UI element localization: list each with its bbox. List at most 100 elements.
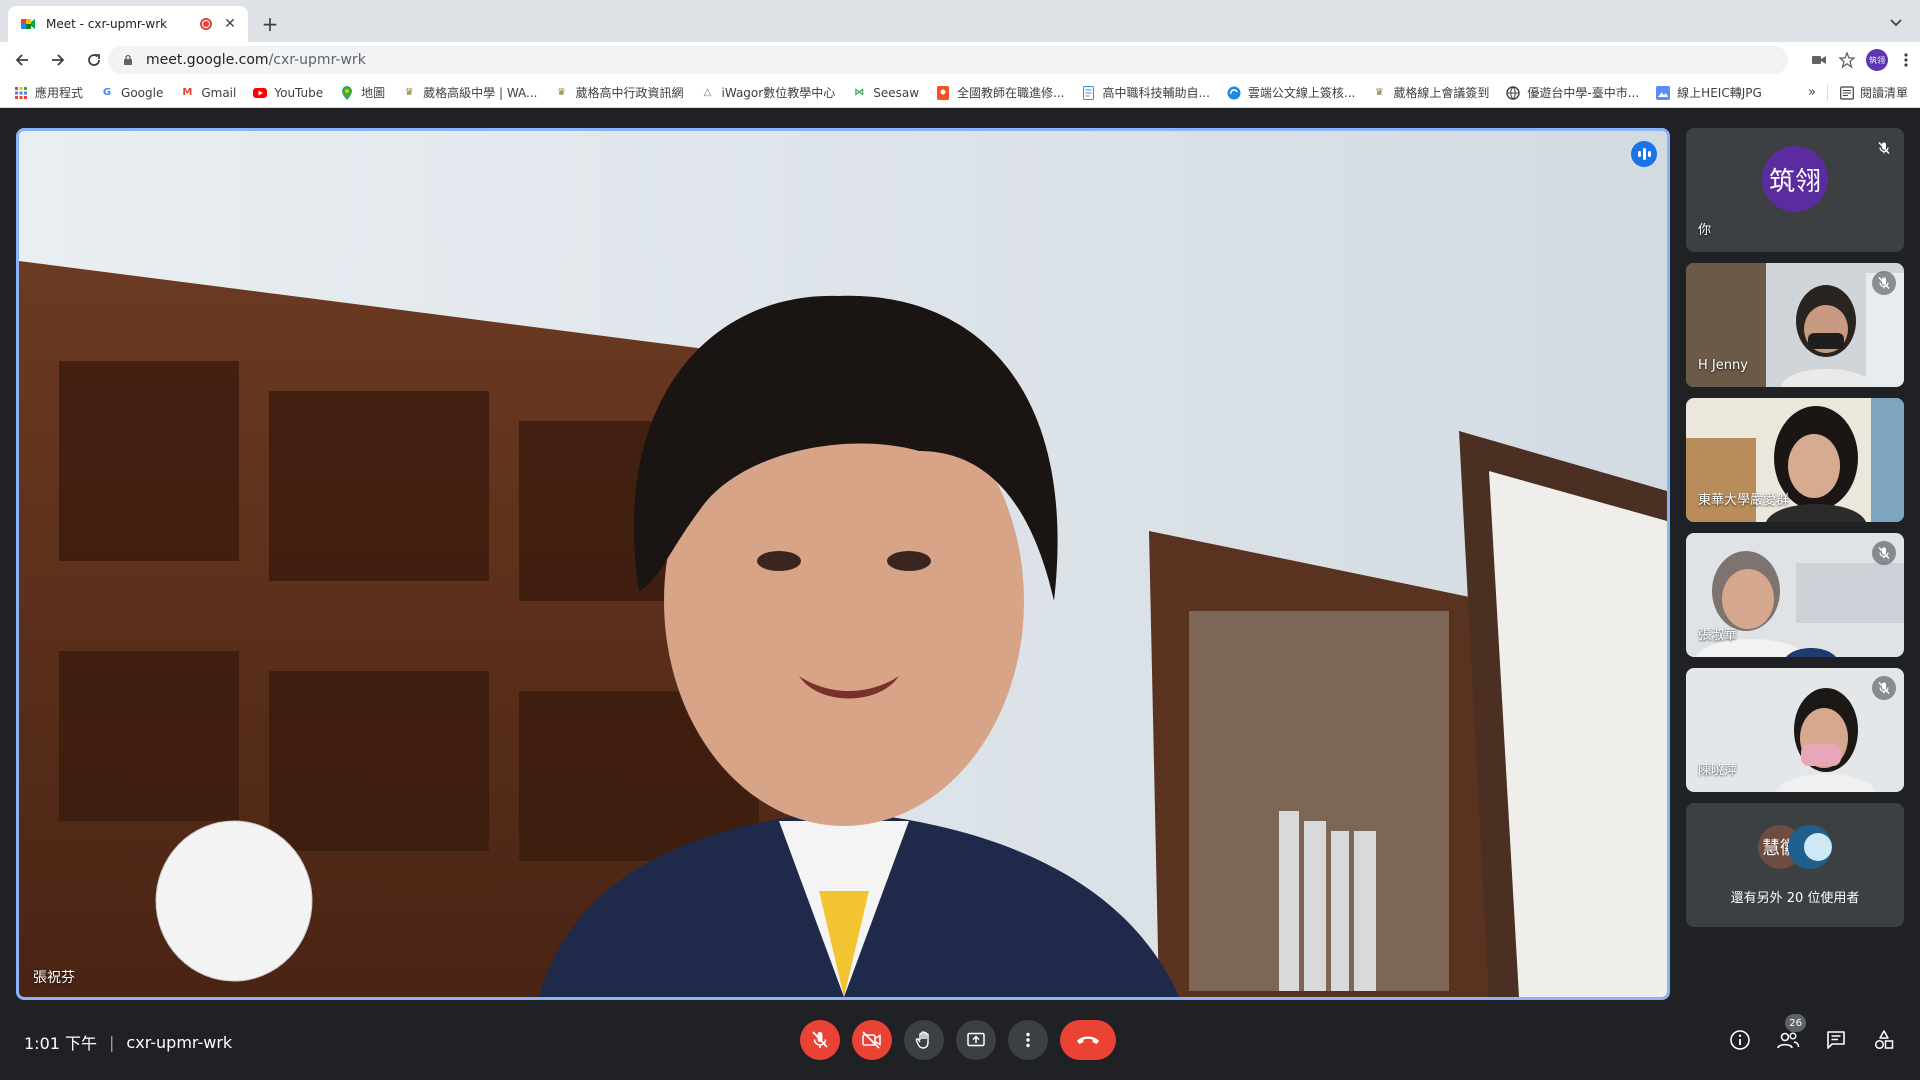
new-tab-button[interactable]: + xyxy=(258,12,282,36)
self-tile[interactable]: 筑翎 你 xyxy=(1686,128,1904,252)
address-bar[interactable]: meet.google.com/cxr-upmr-wrk xyxy=(108,46,1788,74)
browser-tab-meet[interactable]: Meet - cxr-upmr-wrk ✕ xyxy=(8,6,248,42)
bookmark-teacher-training[interactable]: 全國教師在職進修... xyxy=(936,84,1064,101)
participant-tile[interactable]: 張淑華 xyxy=(1686,533,1904,657)
cloud-doc-icon xyxy=(1227,86,1241,100)
meeting-details-button[interactable] xyxy=(1720,1020,1760,1060)
bookmark-taichung-learning[interactable]: 優遊台中學-臺中市... xyxy=(1506,84,1639,101)
iwagor-icon: △ xyxy=(703,87,712,98)
bookmarks-more-button[interactable]: » xyxy=(1808,85,1816,100)
info-icon xyxy=(1730,1030,1750,1050)
activities-button[interactable] xyxy=(1864,1020,1904,1060)
speaking-indicator-icon xyxy=(1631,141,1657,167)
chat-button[interactable] xyxy=(1816,1020,1856,1060)
reload-icon xyxy=(88,54,100,66)
bookmark-google[interactable]: G Google xyxy=(100,86,163,100)
people-icon xyxy=(1777,1032,1800,1049)
participant-name: 陳曉萍 xyxy=(1698,763,1738,778)
camera-toggle-button[interactable] xyxy=(852,1020,892,1060)
bookmark-iwagor[interactable]: △ iWagor數位教學中心 xyxy=(701,84,836,101)
mic-off-icon xyxy=(1872,541,1896,565)
bookmark-school-admin[interactable]: ♛ 葳格高中行政資訊網 xyxy=(555,84,684,101)
present-screen-button[interactable] xyxy=(956,1020,996,1060)
apps-grid-icon xyxy=(14,86,28,100)
seesaw-icon: ⋈ xyxy=(854,87,865,98)
participant-name: 張淑華 xyxy=(1698,628,1738,643)
url-host: meet.google.com xyxy=(146,52,269,68)
reading-list-icon xyxy=(1840,85,1854,100)
main-speaker-video[interactable]: 張祝芬 xyxy=(16,128,1670,1000)
raise-hand-button[interactable] xyxy=(904,1020,944,1060)
gmail-icon: M xyxy=(182,87,193,98)
lock-icon[interactable] xyxy=(122,54,134,66)
main-speaker-name: 張祝芬 xyxy=(33,970,75,986)
bookmark-cloud-docs[interactable]: 雲端公文線上簽核... xyxy=(1227,84,1355,101)
reading-list-button[interactable]: 閱讀清單 xyxy=(1826,84,1908,101)
more-participants-tile[interactable]: 慧徽 還有另外 20 位使用者 xyxy=(1686,803,1904,927)
school-crest-icon: ♛ xyxy=(404,87,414,98)
forward-button[interactable] xyxy=(44,46,72,74)
recording-indicator-icon xyxy=(200,18,212,30)
bookmark-seesaw[interactable]: ⋈ Seesaw xyxy=(852,86,919,100)
bookmark-maps[interactable]: 地圖 xyxy=(340,84,385,101)
maps-pin-icon xyxy=(340,85,354,100)
leave-call-button[interactable] xyxy=(1060,1020,1116,1060)
toolbar-right: 筑翎 xyxy=(1810,46,1914,74)
school-crest-icon: ♛ xyxy=(1374,87,1384,98)
profile-avatar[interactable]: 筑翎 xyxy=(1866,49,1888,71)
arrow-left-icon xyxy=(15,54,28,66)
hang-up-icon xyxy=(1077,1036,1099,1044)
url-path: /cxr-upmr-wrk xyxy=(268,52,366,68)
meet-control-bar: 1:01 下午 | cxr-upmr-wrk 26 xyxy=(0,1000,1920,1080)
present-screen-icon xyxy=(967,1032,985,1047)
participant-name: 東華大學嚴愛群 xyxy=(1698,493,1790,508)
bookmark-apps[interactable]: 應用程式 xyxy=(14,84,83,101)
image-convert-icon xyxy=(1656,85,1671,100)
bookmark-school-wa[interactable]: ♛ 葳格高級中學 | WA... xyxy=(402,84,538,101)
more-participants-label: 還有另外 20 位使用者 xyxy=(1730,891,1860,906)
chevron-down-icon[interactable] xyxy=(1886,12,1906,32)
bookmark-youtube[interactable]: YouTube xyxy=(253,86,323,100)
reload-button[interactable] xyxy=(80,46,108,74)
call-controls xyxy=(800,1020,1116,1060)
self-avatar: 筑翎 xyxy=(1762,146,1828,212)
participants-button[interactable]: 26 xyxy=(1768,1014,1808,1060)
participant-tile[interactable]: 陳曉萍 xyxy=(1686,668,1904,792)
more-options-button[interactable] xyxy=(1008,1020,1048,1060)
participant-tile[interactable]: H Jenny xyxy=(1686,263,1904,387)
youtube-icon xyxy=(253,86,268,100)
tab-title: Meet - cxr-upmr-wrk xyxy=(46,17,168,31)
more-participants-avatars: 慧徽 xyxy=(1758,825,1838,869)
teacher-training-icon xyxy=(936,85,950,100)
meeting-info: 1:01 下午 | cxr-upmr-wrk xyxy=(24,1030,232,1054)
bookmarks-bar: 應用程式 G Google M Gmail YouTube 地圖 ♛ 葳格高級中學 |… xyxy=(0,78,1920,108)
participant-avatar xyxy=(1788,825,1832,869)
meeting-time: 1:01 下午 xyxy=(24,1034,98,1053)
bookmark-tech-assist[interactable]: 高中職科技輔助自... xyxy=(1081,84,1210,101)
participant-name: H Jenny xyxy=(1698,358,1748,373)
star-bookmark-icon[interactable] xyxy=(1838,51,1856,69)
raise-hand-icon xyxy=(915,1031,929,1049)
participant-tile[interactable]: 東華大學嚴愛群 xyxy=(1686,398,1904,522)
mic-off-icon xyxy=(812,1031,828,1048)
back-button[interactable] xyxy=(8,46,36,74)
bookmark-school-signin[interactable]: ♛ 葳格線上會議簽到 xyxy=(1372,84,1490,101)
document-icon xyxy=(1081,85,1095,100)
school-crest-icon: ♛ xyxy=(557,87,566,98)
google-icon: G xyxy=(102,87,112,98)
bookmark-gmail[interactable]: M Gmail xyxy=(180,86,236,100)
self-label: 你 xyxy=(1698,223,1712,238)
bookmark-heic-to-jpg[interactable]: 線上HEIC轉JPG xyxy=(1656,84,1762,101)
meeting-info-separator: | xyxy=(109,1032,115,1052)
google-meet-icon xyxy=(21,19,35,29)
more-vert-icon xyxy=(1026,1032,1030,1048)
close-tab-icon[interactable]: ✕ xyxy=(222,16,238,32)
camera-off-icon xyxy=(862,1031,881,1049)
more-vert-icon[interactable] xyxy=(1898,51,1914,69)
mic-toggle-button[interactable] xyxy=(800,1020,840,1060)
meeting-code: cxr-upmr-wrk xyxy=(126,1032,233,1052)
mic-off-icon xyxy=(1872,136,1896,160)
camera-in-use-icon[interactable] xyxy=(1810,51,1828,69)
speaker-video-frame xyxy=(19,131,1667,997)
mic-off-icon xyxy=(1872,676,1896,700)
